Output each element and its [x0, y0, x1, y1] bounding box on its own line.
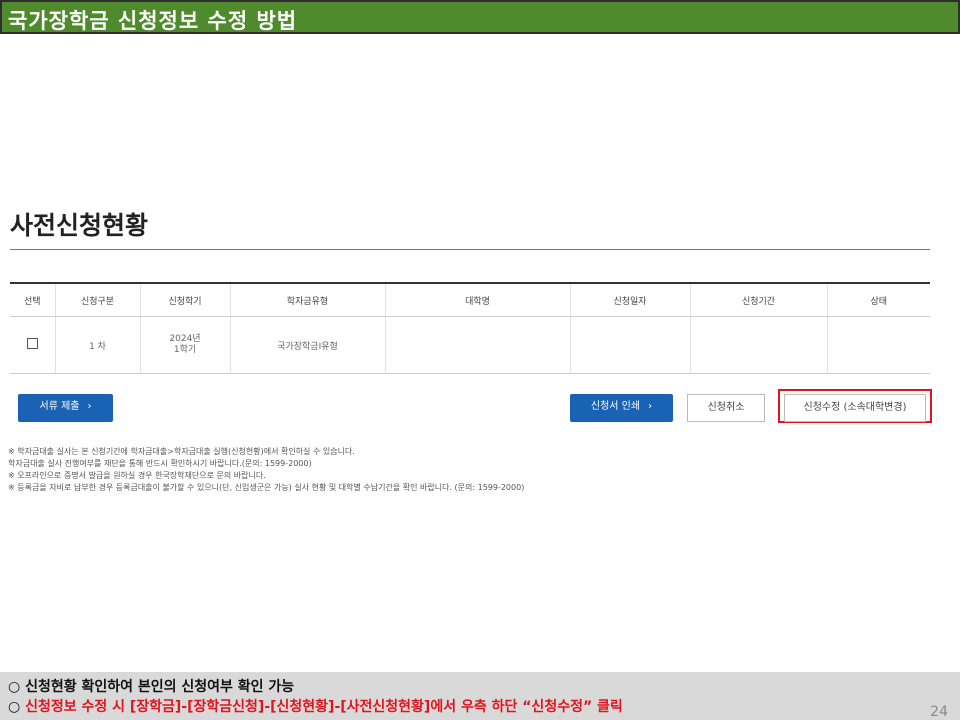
notice-list: ※ 학자금대출 실사는 본 신청기간에 학자금대출>학자금대출 실행(신청현황)… [8, 446, 524, 494]
notice-item: ※ 등록금을 자비로 납부한 경우 등록금대출이 불가할 수 있으니(단, 신입… [8, 483, 525, 492]
cell-type: 1 차 [54, 316, 140, 374]
row-checkbox[interactable] [26, 338, 38, 349]
footer-line-1: ○ 신청현황 확인하여 본인의 신청여부 확인 가능 [8, 679, 295, 695]
notice-item: ※ 학자금대출 실사는 본 신청기간에 학자금대출>학자금대출 실행(신청현황)… [8, 447, 355, 456]
table-row: 1 차 2024년 1학기 국가장학금I유형 [10, 316, 930, 374]
slide-title-bar: 국가장학금 신청정보 수정 방법 [0, 0, 960, 34]
print-application-button[interactable]: 신청서 인쇄 › [570, 394, 673, 422]
footer-line-2: ○ 신청정보 수정 시 [장학금]-[장학금신청]-[신청현황]-[사전신청현황… [8, 696, 623, 716]
cell-status [826, 316, 930, 374]
section-title: 사전신청현황 [10, 211, 149, 240]
notice-item: ※ 오프라인으로 증명서 발급을 원하실 경우 한국장학재단으로 문의 바랍니다… [8, 471, 266, 480]
cancel-application-button[interactable]: 신청취소 [687, 394, 765, 422]
header-type: 신청구분 [54, 282, 140, 317]
header-date: 신청일자 [569, 282, 690, 317]
modify-application-button[interactable]: 신청수정 (소속대학변경) [784, 394, 926, 422]
cell-university [384, 316, 570, 374]
table-header-row: 선택 신청구분 신청학기 학자금유형 대학명 신청일자 신청기간 상태 [10, 282, 930, 317]
submit-documents-label: 서류 제출 [39, 401, 80, 412]
header-status: 상태 [826, 282, 930, 317]
application-status-table: 선택 신청구분 신청학기 학자금유형 대학명 신청일자 신청기간 상태 1 차 … [10, 282, 930, 374]
footer-notes: ○ 신청현황 확인하여 본인의 신청여부 확인 가능 ○ 신청정보 수정 시 [… [0, 672, 960, 720]
cell-term: 2024년 1학기 [139, 316, 230, 374]
header-scholarship-type: 학자금유형 [229, 282, 385, 317]
section-divider [10, 249, 930, 250]
header-select: 선택 [10, 282, 55, 317]
cell-period [689, 316, 827, 374]
header-university: 대학명 [384, 282, 570, 317]
header-period: 신청기간 [689, 282, 827, 317]
chevron-right-icon: › [87, 401, 92, 412]
chevron-right-icon: › [648, 401, 653, 412]
footer-bullet: ○ [8, 699, 26, 715]
print-application-label: 신청서 인쇄 [590, 401, 641, 412]
footer-instruction: 신청정보 수정 시 [장학금]-[장학금신청]-[신청현황]-[사전신청현황]에… [25, 699, 623, 715]
cell-select [10, 316, 55, 374]
submit-documents-button[interactable]: 서류 제출 › [18, 394, 113, 422]
cell-date [569, 316, 690, 374]
cell-scholarship-type: 국가장학금I유형 [229, 316, 385, 374]
page-number: 24 [930, 704, 948, 720]
header-term: 신청학기 [139, 282, 230, 317]
slide-title: 국가장학금 신청정보 수정 방법 [8, 9, 298, 33]
notice-item: 학자금대출 실사 진행여부를 재단을 통해 반드시 확인하시기 바랍니다.(문의… [8, 459, 312, 468]
